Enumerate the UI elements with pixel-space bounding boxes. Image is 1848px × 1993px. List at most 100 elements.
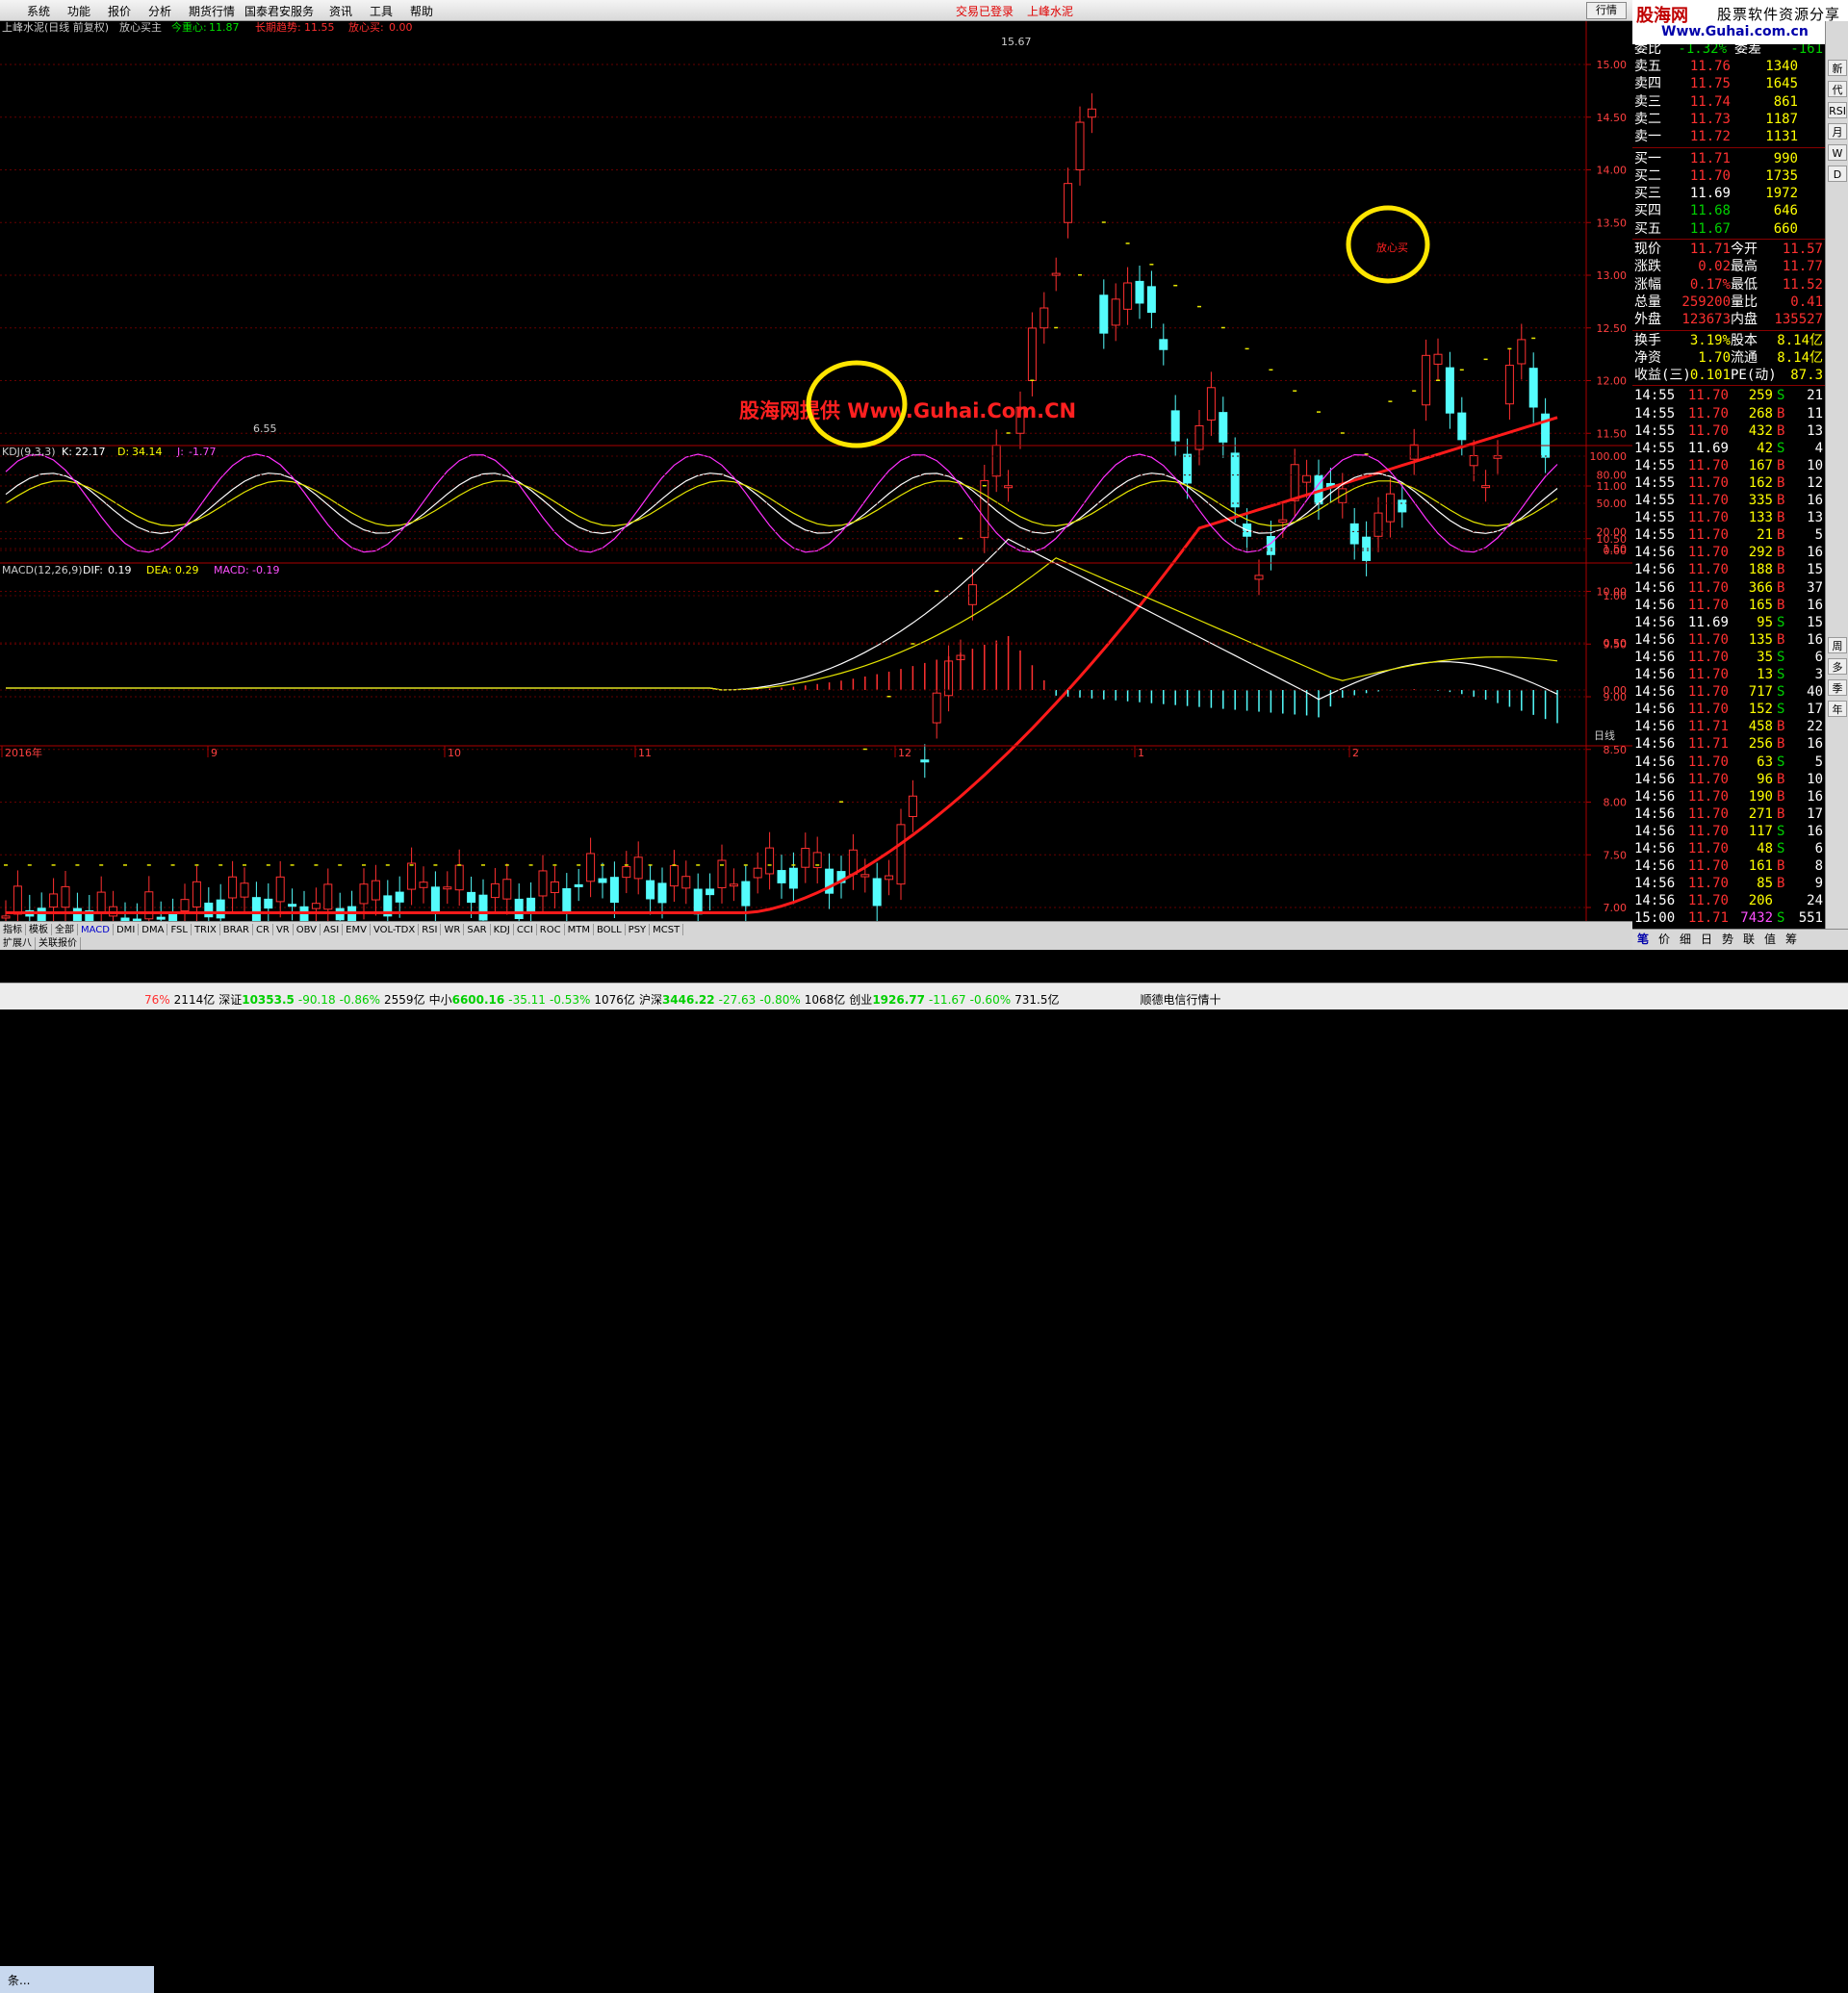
candle-body: [1159, 339, 1168, 350]
ticker-change: -11.67: [928, 993, 966, 1007]
toolbar-btn-4[interactable]: W: [1828, 144, 1847, 161]
candle-body: [454, 864, 464, 891]
sell-row: 卖二 11.73 1187: [1634, 111, 1798, 127]
toolbar-btn-5[interactable]: D: [1828, 166, 1847, 182]
menu-analysis[interactable]: 分析: [148, 3, 171, 19]
quote-tab-0[interactable]: 笔: [1632, 930, 1654, 949]
stock-name: 上峰水泥(日线 前复权): [2, 21, 109, 34]
stop-dot: [648, 864, 653, 866]
menu-help[interactable]: 帮助: [410, 3, 433, 19]
status-area: [0, 950, 1848, 983]
toolbar-btn-8[interactable]: 季: [1828, 679, 1847, 696]
tab-extra-0[interactable]: 扩展八: [0, 937, 36, 951]
tick-row: 14:55 11.69 42 S 4: [1634, 440, 1823, 456]
ticker-pct: -0.60%: [969, 993, 1012, 1007]
menu-news[interactable]: 资讯: [329, 3, 352, 19]
tab-extra-1[interactable]: 关联报价: [36, 937, 81, 951]
stop-dot: [75, 864, 80, 866]
return-button[interactable]: 行情: [1586, 2, 1627, 19]
window-stock-title: 上峰水泥: [1027, 5, 1074, 18]
menu-bar: 系统 功能 报价 分析 期货行情 国泰君安服务 资讯 工具 帮助 交易已登录 上…: [0, 0, 1848, 21]
ticker-index: 沪深3446.22: [638, 993, 715, 1007]
quote-tab-3[interactable]: 日: [1696, 930, 1717, 949]
macd-macd-label: MACD:: [214, 564, 249, 576]
candle-body: [633, 856, 643, 880]
tick-row: 14:56 11.70 292 B 16: [1634, 545, 1823, 561]
stat2-row: 换手 3.19% 股本 8.14亿: [1634, 332, 1823, 348]
candle-body: [49, 893, 59, 908]
price-tick: 14.50: [1597, 112, 1628, 124]
tick-row: 14:55 11.70 268 B 11: [1634, 405, 1823, 422]
date-tick: 10: [448, 747, 461, 759]
toolbar-btn-7[interactable]: 多: [1828, 658, 1847, 675]
quote-tab-7[interactable]: 筹: [1781, 930, 1802, 949]
toolbar-btn-0[interactable]: 新: [1828, 60, 1847, 76]
stop-dot: [959, 537, 962, 540]
stop-dot: [839, 801, 843, 803]
quote-tab-5[interactable]: 联: [1738, 930, 1759, 949]
extra-tabs: 扩展八 关联报价: [0, 935, 1632, 951]
menu-quote[interactable]: 报价: [108, 3, 131, 19]
stop-dot: [385, 864, 390, 866]
candle-body: [908, 795, 917, 817]
stat2-row: 收益(三) 0.101 PE(动) 87.3: [1634, 368, 1823, 384]
stop-dot: [696, 864, 701, 866]
kline-chart[interactable]: 上峰水泥(日线 前复权) 放心买主 今重心: 11.87 长期趋势: 11.55…: [0, 21, 1632, 921]
stop-dot: [1054, 326, 1059, 329]
sell-row: 卖四 11.75 1645: [1634, 76, 1798, 92]
price-tick: 7.50: [1604, 849, 1628, 861]
quote-tab-4[interactable]: 势: [1717, 930, 1738, 949]
menu-function[interactable]: 功能: [67, 3, 90, 19]
price-tick: 12.00: [1597, 375, 1628, 388]
candle-body: [1302, 474, 1312, 483]
candle-body: [1409, 444, 1419, 460]
macd-tick: 1.50: [1604, 543, 1628, 555]
candle-body: [1481, 485, 1491, 489]
stop-dot: [528, 864, 533, 866]
toolbar-btn-1[interactable]: 代: [1828, 81, 1847, 97]
candle-body: [706, 888, 715, 896]
toolbar-btn-3[interactable]: 月: [1828, 123, 1847, 140]
tick-row: 14:56 11.70 152 S 17: [1634, 702, 1823, 718]
candle-body: [419, 882, 428, 888]
period-label[interactable]: 日线: [1594, 728, 1615, 742]
stop-dot: [743, 864, 748, 866]
stat-row: 外盘 123673 内盘 135527: [1634, 312, 1823, 328]
candle-body: [991, 445, 1001, 477]
candle-body: [538, 870, 548, 897]
menu-service[interactable]: 国泰君安服务: [244, 3, 314, 19]
menu-tools[interactable]: 工具: [370, 3, 393, 19]
tick-row: 14:56 11.70 35 S 6: [1634, 649, 1823, 665]
candle-body: [896, 824, 906, 885]
menu-futures[interactable]: 期货行情: [189, 3, 235, 19]
macd-tick: 0.00: [1604, 684, 1628, 697]
candle-body: [1385, 493, 1395, 523]
candle-body: [371, 880, 380, 901]
candle-body: [1433, 353, 1443, 365]
quote-tab-2[interactable]: 细: [1675, 930, 1696, 949]
toolbar-btn-6[interactable]: 周: [1828, 637, 1847, 653]
candle-body: [1064, 183, 1073, 223]
toolbar-btn-2[interactable]: RSI: [1828, 102, 1847, 118]
stop-dot: [1125, 243, 1130, 244]
toolbar-btn-9[interactable]: 年: [1828, 701, 1847, 717]
candle-body: [204, 902, 214, 918]
price-tick: 15.00: [1597, 59, 1628, 71]
date-tick: 1: [1138, 747, 1144, 759]
stop-dot: [194, 864, 199, 866]
tick-row: 14:56 11.70 161 B 8: [1634, 858, 1823, 875]
candle-body: [502, 879, 512, 900]
minimized-window[interactable]: 条...: [0, 1966, 154, 1993]
candle-body: [1528, 368, 1538, 408]
candle-body: [967, 584, 977, 605]
stop-dot: [1293, 390, 1297, 392]
candle-body: [1111, 298, 1120, 326]
candle-body: [407, 862, 417, 890]
ticker-amount: 1076亿: [594, 993, 635, 1007]
stop-dot: [577, 864, 581, 866]
candle-body: [657, 882, 667, 904]
menu-system[interactable]: 系统: [27, 3, 50, 19]
quote-tab-1[interactable]: 价: [1654, 930, 1675, 949]
candle-body: [359, 883, 369, 905]
quote-tab-6[interactable]: 值: [1759, 930, 1781, 949]
